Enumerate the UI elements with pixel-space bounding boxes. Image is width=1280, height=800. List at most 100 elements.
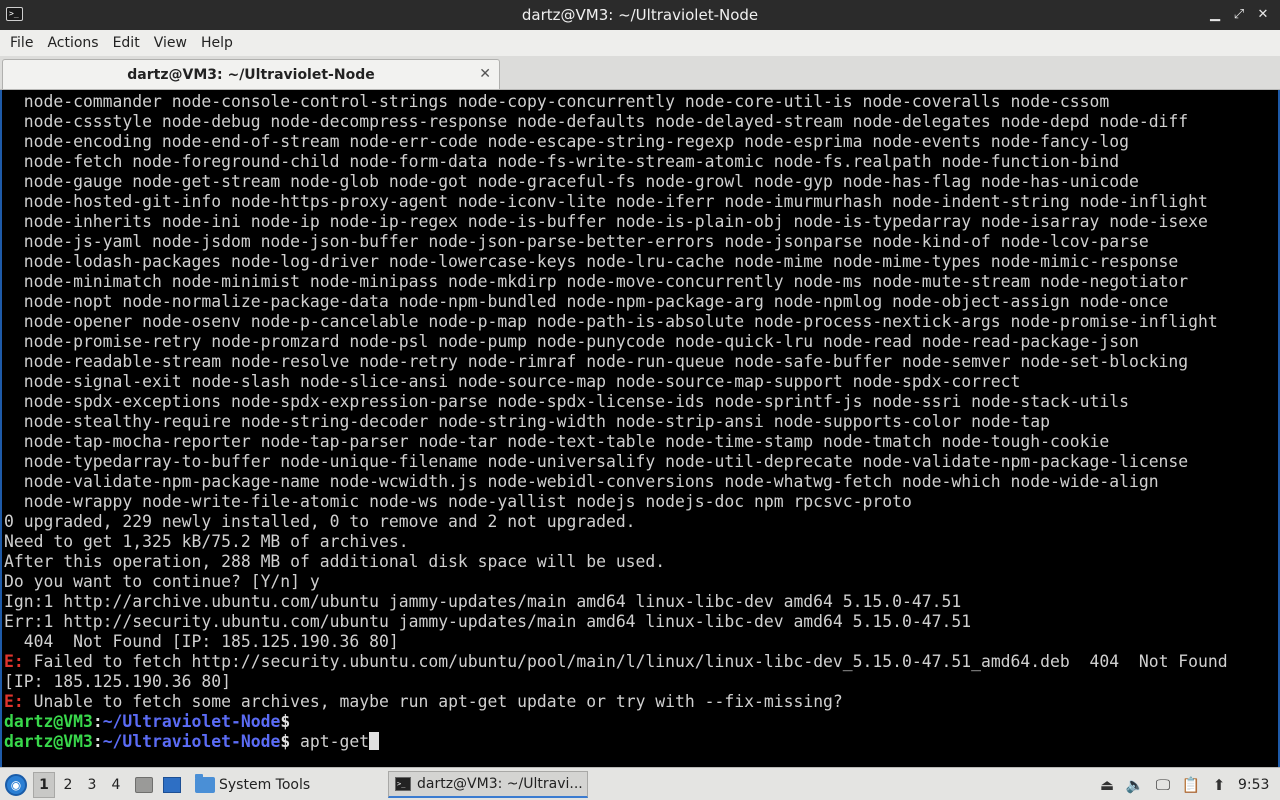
minimize-icon[interactable]: ▁ xyxy=(1206,5,1224,23)
terminal-line: node-opener node-osenv node-p-cancelable… xyxy=(4,312,1228,332)
eject-icon[interactable]: ⏏ xyxy=(1098,776,1116,794)
prompt-user: dartz@VM3 xyxy=(4,712,93,731)
menu-actions[interactable]: Actions xyxy=(41,35,104,51)
terminal-line: node-minimatch node-minimist node-minipa… xyxy=(4,272,1228,292)
line-text: Unable to fetch some archives, maybe run… xyxy=(23,692,843,711)
line-text: node-minimatch node-minimist node-minipa… xyxy=(4,272,1189,291)
error-prefix: E: xyxy=(4,652,24,671)
menu-help[interactable]: Help xyxy=(195,35,239,51)
tab-label: dartz@VM3: ~/Ultraviolet-Node xyxy=(127,66,375,83)
prompt-command: apt-get xyxy=(290,732,370,751)
terminal-line: node-commander node-console-control-stri… xyxy=(4,92,1228,112)
terminal-line: node-inherits node-ini node-ip node-ip-r… xyxy=(4,212,1228,232)
text-cursor xyxy=(369,732,380,750)
terminal-line: node-typedarray-to-buffer node-unique-fi… xyxy=(4,452,1228,472)
line-text: 0 upgraded, 229 newly installed, 0 to re… xyxy=(4,512,636,531)
terminal-line: node-fetch node-foreground-child node-fo… xyxy=(4,152,1228,172)
terminal-lines: node-commander node-console-control-stri… xyxy=(4,92,1228,752)
terminal-line: node-signal-exit node-slash node-slice-a… xyxy=(4,372,1228,392)
update-icon[interactable]: ⬆ xyxy=(1210,776,1228,794)
prompt-symbol: $ xyxy=(280,712,291,731)
line-text: [IP: 185.125.190.36 80] xyxy=(4,672,231,691)
workspace-2[interactable]: 2 xyxy=(57,772,79,798)
window-controls: ▁ ⤢ ✕ xyxy=(1206,5,1272,23)
line-text: Failed to fetch http://security.ubuntu.c… xyxy=(23,652,1228,671)
line-text: node-gauge node-get-stream node-glob nod… xyxy=(4,172,1139,191)
task-terminal[interactable]: >_ dartz@VM3: ~/Ultravi... xyxy=(388,771,588,798)
menu-bar: File Actions Edit View Help xyxy=(0,30,1280,56)
menu-file[interactable]: File xyxy=(4,35,39,51)
terminal-line: node-readable-stream node-resolve node-r… xyxy=(4,352,1228,372)
line-text: node-encoding node-end-of-stream node-er… xyxy=(4,132,1129,151)
menu-view[interactable]: View xyxy=(148,35,193,51)
file-manager-icon[interactable] xyxy=(135,776,153,793)
line-text: node-validate-npm-package-name node-wcwi… xyxy=(4,472,1159,491)
prompt-line: dartz@VM3:~/Ultraviolet-Node$ xyxy=(4,712,1228,732)
prompt-path: ~/Ultraviolet-Node xyxy=(102,732,281,751)
desktop-icon[interactable] xyxy=(163,776,181,793)
prompt-line: dartz@VM3:~/Ultraviolet-Node$ apt-get xyxy=(4,732,1228,752)
line-text: Need to get 1,325 kB/75.2 MB of archives… xyxy=(4,532,409,551)
workspace-3[interactable]: 3 xyxy=(81,772,103,798)
tab-terminal[interactable]: dartz@VM3: ~/Ultraviolet-Node ✕ xyxy=(2,59,500,89)
terminal-line: [IP: 185.125.190.36 80] xyxy=(4,672,1228,692)
terminal-line: node-gauge node-get-stream node-glob nod… xyxy=(4,172,1228,192)
system-tray: ⏏ 🔈 🖵 📋 ⬆ 9:53 xyxy=(1098,768,1270,800)
terminal-line: node-nopt node-normalize-package-data no… xyxy=(4,292,1228,312)
workspace-4[interactable]: 4 xyxy=(105,772,127,798)
line-text: After this operation, 288 MB of addition… xyxy=(4,552,666,571)
system-tools-label: System Tools xyxy=(219,776,311,793)
clipboard-icon[interactable]: 📋 xyxy=(1182,776,1201,794)
terminal-output[interactable]: node-commander node-console-control-stri… xyxy=(0,90,1280,767)
prompt-path: ~/Ultraviolet-Node xyxy=(102,712,281,731)
workspace-switcher: 1 2 3 4 xyxy=(33,768,127,800)
maximize-icon[interactable]: ⤢ xyxy=(1230,5,1248,23)
line-text: node-signal-exit node-slash node-slice-a… xyxy=(4,372,1021,391)
line-text: node-commander node-console-control-stri… xyxy=(4,92,1110,111)
terminal-line: Do you want to continue? [Y/n] y xyxy=(4,572,1228,592)
prompt-separator: : xyxy=(92,732,103,751)
terminal-line: node-js-yaml node-jsdom node-json-buffer… xyxy=(4,232,1228,252)
terminal-line: node-wrappy node-write-file-atomic node-… xyxy=(4,492,1228,512)
tab-close-icon[interactable]: ✕ xyxy=(479,66,491,82)
line-text: node-typedarray-to-buffer node-unique-fi… xyxy=(4,452,1189,471)
line-text: node-wrappy node-write-file-atomic node-… xyxy=(4,492,912,511)
start-menu-icon[interactable]: ◉ xyxy=(5,773,27,796)
terminal-line: Need to get 1,325 kB/75.2 MB of archives… xyxy=(4,532,1228,552)
terminal-icon: >_ xyxy=(395,777,411,791)
terminal-line: node-tap-mocha-reporter node-tap-parser … xyxy=(4,432,1228,452)
prompt-user: dartz@VM3 xyxy=(4,732,93,751)
close-icon[interactable]: ✕ xyxy=(1254,5,1272,23)
system-tools-menu[interactable]: System Tools xyxy=(195,768,310,800)
line-text: node-hosted-git-info node-https-proxy-ag… xyxy=(4,192,1208,211)
window-titlebar: >_ dartz@VM3: ~/Ultraviolet-Node ▁ ⤢ ✕ xyxy=(0,0,1280,30)
line-text: Do you want to continue? [Y/n] y xyxy=(4,572,320,591)
prompt-symbol: $ xyxy=(280,732,291,751)
error-prefix: E: xyxy=(4,692,24,711)
line-text: node-nopt node-normalize-package-data no… xyxy=(4,292,1169,311)
clock[interactable]: 9:53 xyxy=(1238,777,1269,793)
tab-bar: dartz@VM3: ~/Ultraviolet-Node ✕ xyxy=(0,56,1280,90)
terminal-line: node-hosted-git-info node-https-proxy-ag… xyxy=(4,192,1228,212)
display-icon[interactable]: 🖵 xyxy=(1154,776,1172,794)
terminal-line: node-encoding node-end-of-stream node-er… xyxy=(4,132,1228,152)
menu-edit[interactable]: Edit xyxy=(107,35,146,51)
terminal-line: 0 upgraded, 229 newly installed, 0 to re… xyxy=(4,512,1228,532)
task-label: dartz@VM3: ~/Ultravi... xyxy=(417,776,583,792)
terminal-line: 404 Not Found [IP: 185.125.190.36 80] xyxy=(4,632,1228,652)
workspace-1[interactable]: 1 xyxy=(33,771,55,798)
line-text: node-opener node-osenv node-p-cancelable… xyxy=(4,312,1218,331)
terminal-line: After this operation, 288 MB of addition… xyxy=(4,552,1228,572)
volume-icon[interactable]: 🔈 xyxy=(1126,776,1145,794)
line-text: node-lodash-packages node-log-driver nod… xyxy=(4,252,1179,271)
terminal-line: node-lodash-packages node-log-driver nod… xyxy=(4,252,1228,272)
line-text: node-fetch node-foreground-child node-fo… xyxy=(4,152,1120,171)
line-text: node-readable-stream node-resolve node-r… xyxy=(4,352,1189,371)
folder-icon xyxy=(195,773,215,793)
terminal-line: node-validate-npm-package-name node-wcwi… xyxy=(4,472,1228,492)
line-text: node-js-yaml node-jsdom node-json-buffer… xyxy=(4,232,1149,251)
line-text: node-promise-retry node-promzard node-ps… xyxy=(4,332,1139,351)
terminal-line: node-cssstyle node-debug node-decompress… xyxy=(4,112,1228,132)
terminal-line: node-promise-retry node-promzard node-ps… xyxy=(4,332,1228,352)
line-text: node-spdx-exceptions node-spdx-expressio… xyxy=(4,392,1129,411)
